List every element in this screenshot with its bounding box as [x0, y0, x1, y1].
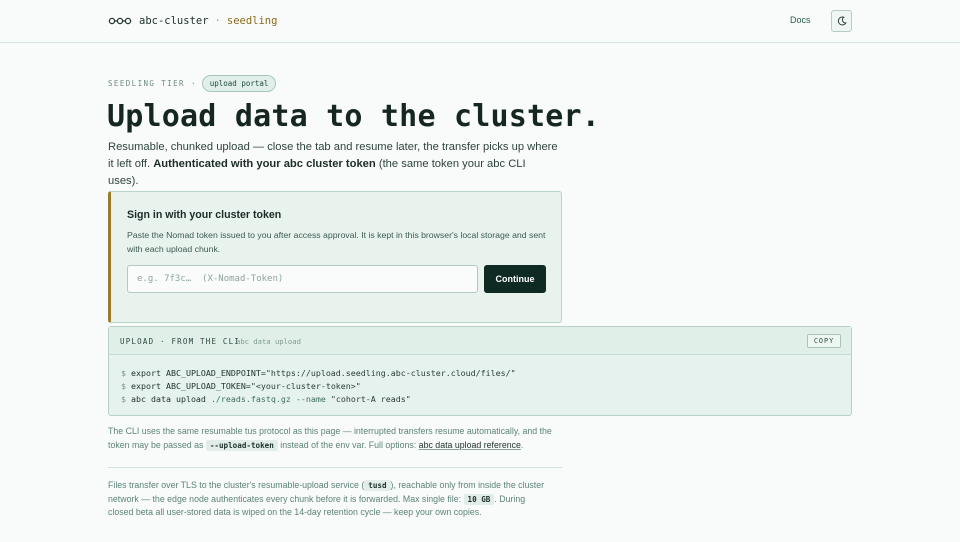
- max-size-chip: 10 GB: [463, 493, 495, 505]
- cli-string: "<your-cluster-token>": [250, 381, 361, 391]
- lead-paragraph: Resumable, chunked upload — close the ta…: [108, 139, 558, 190]
- cli-line: $ abc data upload ./reads.fastq.gz --nam…: [121, 393, 516, 406]
- cli-string: "cohort-A reads": [330, 394, 411, 404]
- cli-line: $ export ABC_UPLOAD_ENDPOINT="https://up…: [121, 367, 516, 380]
- cli-code-block: UPLOAD · FROM THE CLI abc data upload CO…: [108, 326, 852, 416]
- brand-separator: ·: [214, 15, 221, 27]
- brand-name: abc-cluster: [139, 15, 209, 27]
- eyebrow-separator: ·: [190, 79, 196, 88]
- signin-description: Paste the Nomad token issued to you afte…: [127, 230, 546, 254]
- lead-cli-name: abc: [487, 158, 506, 170]
- signin-title: Sign in with your cluster token: [127, 209, 282, 221]
- tusd-chip: tusd: [364, 480, 391, 491]
- signin-card: Sign in with your cluster token Paste th…: [108, 191, 562, 323]
- cli-note: The CLI uses the same resumable tus prot…: [108, 425, 553, 452]
- top-bar: abc-cluster · seedling Docs: [0, 0, 960, 43]
- cli-flag: --name: [290, 394, 331, 404]
- cli-prompt: $: [121, 381, 126, 391]
- continue-button[interactable]: Continue: [484, 265, 546, 293]
- moon-icon: [837, 16, 847, 26]
- cli-label: UPLOAD · FROM THE CLI: [120, 337, 241, 346]
- page-title: Upload data to the cluster.: [107, 99, 601, 134]
- cli-commands[interactable]: $ export ABC_UPLOAD_ENDPOINT="https://up…: [121, 367, 516, 406]
- note-text: .: [520, 439, 524, 450]
- linked-nodes-icon: [108, 17, 132, 25]
- cli-command-hint: abc data upload: [236, 337, 301, 346]
- lead-text-2: (the same token your: [375, 158, 488, 170]
- brand-tier: seedling: [226, 15, 278, 27]
- eyebrow: SEEDLING TIER · upload portal: [108, 75, 277, 92]
- upload-token-flag: --upload-token: [205, 439, 278, 451]
- tier-label: SEEDLING TIER: [108, 79, 185, 88]
- upload-portal-badge: upload portal: [201, 75, 277, 92]
- cli-cmd: export ABC_UPLOAD_TOKEN=: [131, 381, 251, 391]
- copy-button[interactable]: COPY: [807, 334, 841, 348]
- cli-prompt: $: [121, 394, 126, 404]
- theme-toggle-button[interactable]: [831, 10, 852, 32]
- cli-cmd: abc data upload: [131, 394, 211, 404]
- cli-cmd: export ABC_UPLOAD_ENDPOINT=: [131, 368, 266, 378]
- cli-path: ./reads.fastq.gz: [210, 394, 291, 404]
- note-text: instead of the env var. Full options:: [277, 439, 419, 450]
- note-text: Files transfer over TLS to the cluster's…: [108, 480, 365, 490]
- token-input[interactable]: [127, 265, 478, 293]
- cli-header: UPLOAD · FROM THE CLI abc data upload CO…: [109, 327, 851, 355]
- lead-emphasis: Authenticated with your abc cluster toke…: [153, 158, 376, 170]
- cli-line: $ export ABC_UPLOAD_TOKEN="<your-cluster…: [121, 380, 516, 393]
- divider: [108, 467, 562, 468]
- transfer-note: Files transfer over TLS to the cluster's…: [108, 479, 553, 520]
- reference-link[interactable]: abc data upload reference: [419, 440, 521, 450]
- brand[interactable]: abc-cluster · seedling: [108, 13, 277, 29]
- docs-link[interactable]: Docs: [790, 15, 811, 25]
- cli-string: "https://upload.seedling.abc-cluster.clo…: [265, 368, 516, 378]
- cli-prompt: $: [121, 368, 126, 378]
